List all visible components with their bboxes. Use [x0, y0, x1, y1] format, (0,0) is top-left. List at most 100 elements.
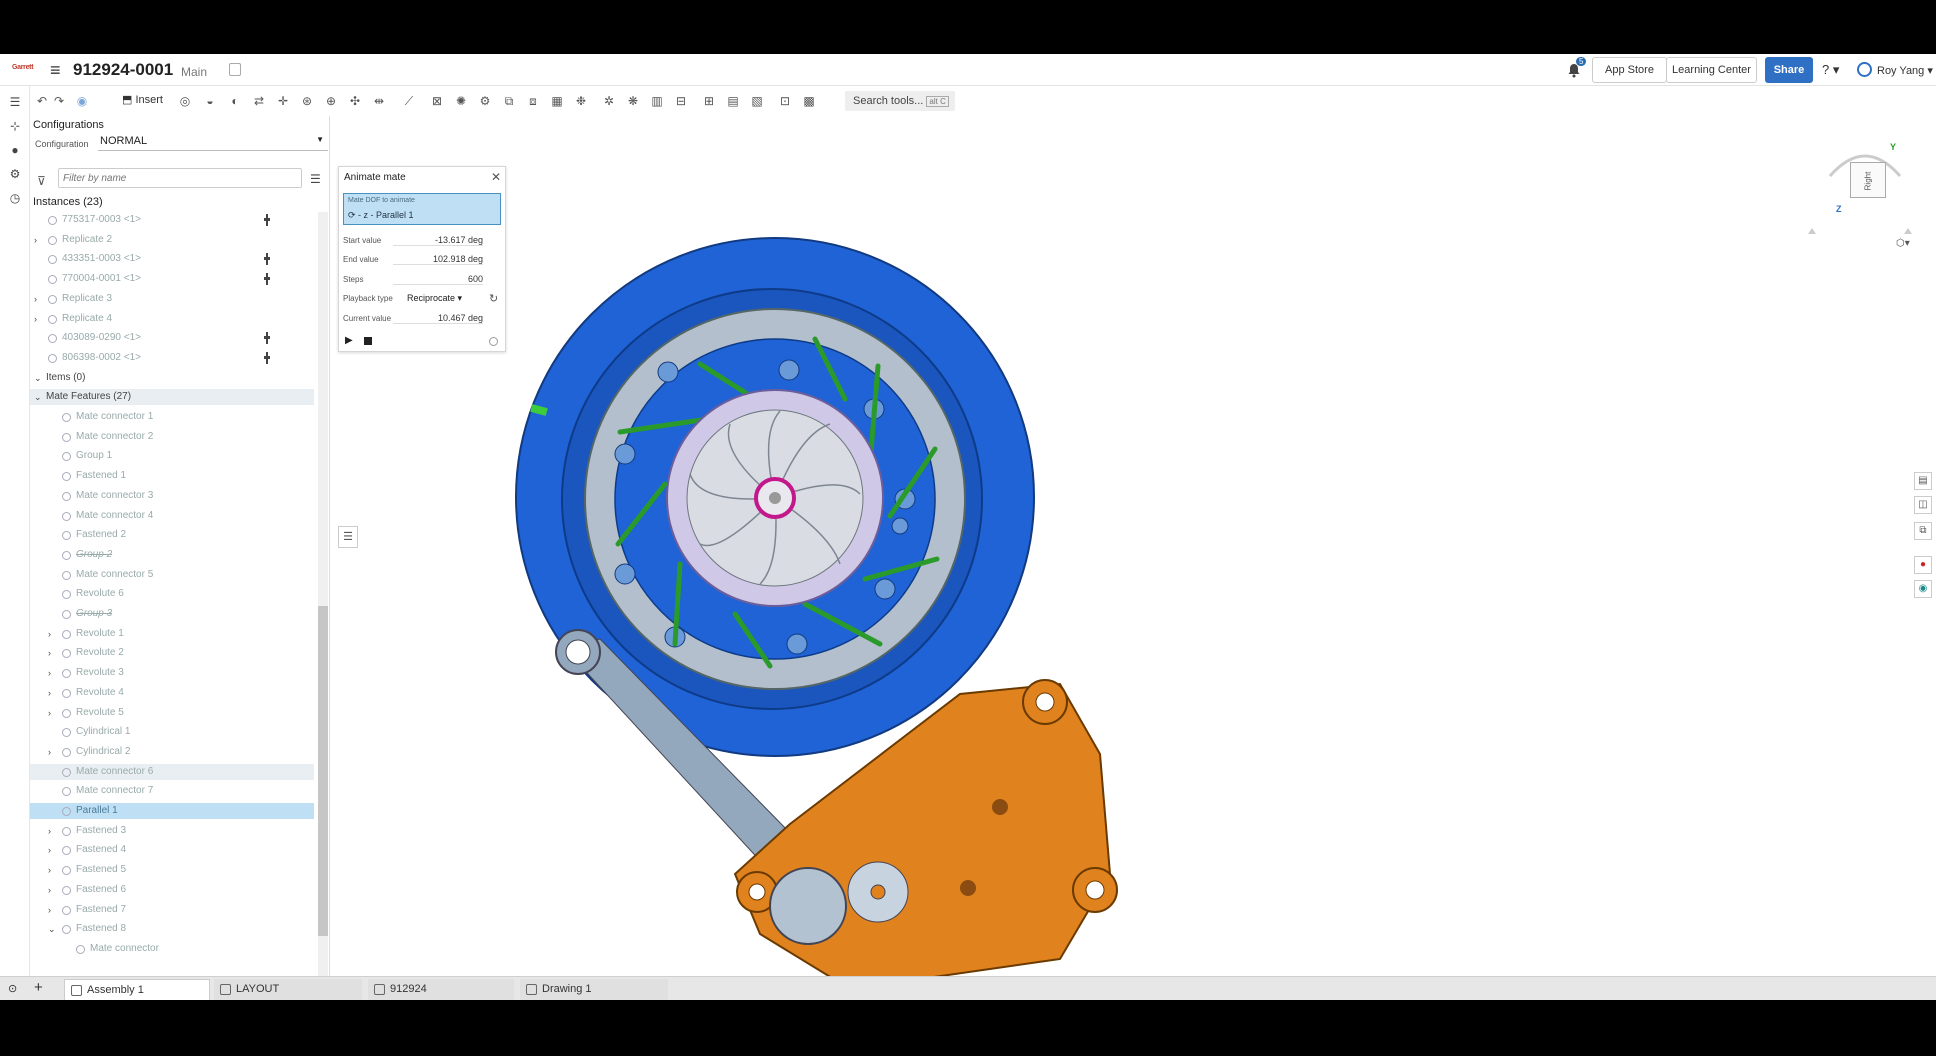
user-name-menu[interactable]: Roy Yang ▾ [1877, 64, 1933, 77]
tree-row[interactable]: Group 3 [30, 606, 314, 622]
tree-row[interactable]: › Revolute 5 [30, 705, 314, 721]
cylindrical-mate-icon[interactable]: ⊛ [300, 94, 314, 108]
tab-912924[interactable]: 912924 [368, 979, 514, 1000]
tree-row[interactable]: 775317-0003 <1> [30, 212, 314, 228]
tree-row[interactable]: Mate connector 2 [30, 429, 314, 445]
tab-assembly-1[interactable]: Assembly 1 [64, 979, 210, 1000]
tree-row[interactable]: › Fastened 6 [30, 882, 314, 898]
view-icon[interactable]: ◉ [75, 94, 89, 108]
expand-chevron-icon[interactable]: › [48, 823, 51, 839]
tree-row[interactable]: Group 1 [30, 448, 314, 464]
tree-row[interactable]: Mate connector 3 [30, 488, 314, 504]
list-view-icon[interactable]: ☰ [310, 172, 321, 186]
hamburger-menu-icon[interactable]: ≡ [50, 60, 66, 80]
tree-row[interactable]: › Replicate 3 [30, 291, 314, 307]
tree-row[interactable]: Parallel 1 [30, 803, 314, 819]
app-store-button[interactable]: App Store [1592, 57, 1667, 83]
mass-properties-icon[interactable]: ⊟ [674, 94, 688, 108]
expand-chevron-icon[interactable]: ⌄ [48, 921, 56, 937]
tangent-mate-icon[interactable]: ⟋ [402, 94, 416, 108]
tree-row[interactable]: 806398-0002 <1> [30, 350, 314, 366]
rack-pinion-icon[interactable]: ⚙ [478, 94, 492, 108]
expand-chevron-icon[interactable]: ⌄ [34, 389, 42, 405]
view-cube[interactable]: Right Y Z ⬡▾ [1800, 126, 1930, 249]
gear-relation-icon[interactable]: ✺ [454, 94, 468, 108]
comments-icon[interactable]: ● [7, 142, 23, 158]
measure-icon[interactable]: ▥ [650, 94, 664, 108]
fixed-pin-icon[interactable] [264, 253, 270, 266]
record-icon[interactable]: ● [1914, 556, 1932, 574]
view-options-icon[interactable]: ⬡▾ [1896, 238, 1910, 249]
end-value-field[interactable]: 102.918 deg [393, 254, 483, 265]
playback-type-select[interactable]: Reciprocate ▾ [407, 293, 462, 304]
mate-connector-icon[interactable]: ◎ [178, 94, 192, 108]
linear-relation-icon[interactable]: ⧈ [526, 94, 540, 108]
pattern-icon[interactable]: ❉ [574, 94, 588, 108]
ball-mate-icon[interactable]: ✣ [348, 94, 362, 108]
simulation-icon[interactable]: ⊡ [778, 94, 792, 108]
tree-row[interactable]: Group 2 [30, 547, 314, 563]
configuration-select[interactable]: NORMAL ▼ [98, 135, 328, 151]
render-studio-icon[interactable]: ◫ [1914, 496, 1932, 514]
view-cube-face[interactable]: Right [1850, 162, 1886, 198]
tab-manager-icon[interactable]: ⊙ [8, 982, 17, 995]
pin-slot-mate-icon[interactable]: ⊕ [324, 94, 338, 108]
copy-link-icon[interactable] [229, 63, 241, 76]
fixed-pin-icon[interactable] [264, 351, 270, 364]
tree-row[interactable]: ⌄ Items (0) [30, 370, 314, 386]
expand-chevron-icon[interactable]: › [48, 645, 51, 661]
parallel-mate-icon[interactable]: ⇹ [372, 94, 386, 108]
tree-row[interactable]: Fastened 2 [30, 527, 314, 543]
refresh-icon[interactable]: ↻ [489, 292, 498, 305]
group-icon[interactable]: ⊠ [430, 94, 444, 108]
tree-row[interactable]: 433351-0003 <1> [30, 251, 314, 267]
expand-chevron-icon[interactable]: › [48, 685, 51, 701]
help-menu-icon[interactable]: ? ▾ [1822, 62, 1839, 78]
turbocharger-assembly[interactable] [515, 237, 1118, 976]
bill-of-materials-icon[interactable]: ⧉ [1914, 522, 1932, 540]
feature-list-icon[interactable]: ☰ [7, 94, 23, 110]
help-icon[interactable] [489, 337, 498, 346]
tree-row[interactable]: Mate connector 7 [30, 783, 314, 799]
tree-row[interactable]: Revolute 6 [30, 586, 314, 602]
close-icon[interactable]: ✕ [491, 170, 501, 184]
expand-chevron-icon[interactable]: › [34, 291, 37, 307]
expand-chevron-icon[interactable]: › [34, 311, 37, 327]
tree-row[interactable]: 403089-0290 <1> [30, 330, 314, 346]
drawings-icon[interactable]: ▩ [802, 94, 816, 108]
tree-row[interactable]: Mate connector 4 [30, 508, 314, 524]
fastened-mate-icon[interactable]: ◒ [203, 94, 217, 108]
expand-chevron-icon[interactable]: › [48, 626, 51, 642]
steps-field[interactable]: 600 [393, 274, 483, 285]
tab-drawing-1[interactable]: Drawing 1 [520, 979, 668, 1000]
filter-icon[interactable]: ⊽ [37, 174, 46, 188]
explode-icon[interactable]: ✲ [602, 94, 616, 108]
expand-chevron-icon[interactable]: › [48, 744, 51, 760]
expand-chevron-icon[interactable]: › [48, 705, 51, 721]
panel-toggle-icon[interactable]: ☰ [338, 526, 358, 548]
tree-row[interactable]: › Revolute 1 [30, 626, 314, 642]
insert-button[interactable]: ⬒ Insert [122, 93, 163, 106]
expand-chevron-icon[interactable]: › [48, 665, 51, 681]
configurations-icon[interactable]: ⚙ [7, 166, 23, 182]
replicate-icon[interactable]: ▦ [550, 94, 564, 108]
mate-connector-rail-icon[interactable]: ⊹ [7, 118, 23, 134]
scrollbar-thumb[interactable] [318, 606, 328, 936]
graphics-viewport[interactable] [330, 116, 1900, 976]
tree-row[interactable]: Mate connector [30, 941, 314, 957]
tree-row[interactable]: ⌄ Fastened 8 [30, 921, 314, 937]
expand-chevron-icon[interactable]: › [48, 902, 51, 918]
stop-icon[interactable] [364, 337, 372, 345]
tree-row[interactable]: Cylindrical 1 [30, 724, 314, 740]
section-icon[interactable]: ❋ [626, 94, 640, 108]
fixed-pin-icon[interactable] [264, 332, 270, 345]
expand-chevron-icon[interactable]: › [48, 882, 51, 898]
share-button[interactable]: Share [1765, 57, 1813, 83]
add-tab-icon[interactable]: + [34, 979, 43, 996]
tree-row[interactable]: › Fastened 5 [30, 862, 314, 878]
tree-row[interactable]: Mate connector 6 [30, 763, 314, 780]
tree-row[interactable]: › Fastened 4 [30, 842, 314, 858]
filter-input[interactable] [58, 168, 302, 188]
expand-chevron-icon[interactable]: › [48, 842, 51, 858]
tree-row[interactable]: Mate connector 5 [30, 567, 314, 583]
